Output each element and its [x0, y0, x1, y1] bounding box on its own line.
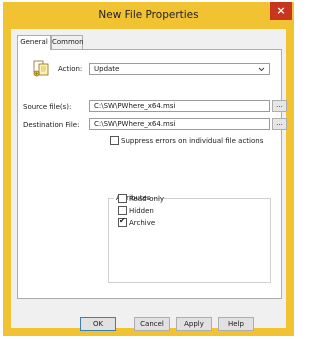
apply-button[interactable]: Apply — [176, 317, 212, 331]
action-select[interactable]: Update — [89, 63, 270, 75]
tab-general[interactable]: General — [17, 35, 51, 50]
read-only-box[interactable] — [118, 194, 127, 203]
close-button[interactable]: × — [270, 2, 292, 20]
title-bar[interactable]: New File Properties × — [3, 2, 294, 28]
ok-button[interactable]: OK — [80, 317, 116, 331]
destination-file-input[interactable]: C:\SW\PWhere_x64.msi — [89, 118, 270, 130]
suppress-errors-checkbox[interactable]: Suppress errors on individual file actio… — [110, 136, 263, 146]
source-files-input[interactable]: C:\SW\PWhere_x64.msi — [89, 100, 270, 112]
dialog-client: General Common Action: Update Source fil… — [11, 29, 287, 331]
help-button[interactable]: Help — [218, 317, 254, 331]
chevron-down-icon — [258, 64, 265, 77]
read-only-label: Read-only — [129, 194, 165, 203]
hidden-label: Hidden — [129, 206, 154, 215]
read-only-checkbox[interactable]: Read-only — [118, 194, 164, 204]
suppress-errors-label: Suppress errors on individual file actio… — [121, 136, 264, 145]
suppress-errors-box[interactable] — [110, 136, 119, 145]
archive-label: Archive — [129, 218, 156, 227]
file-copy-icon — [32, 58, 52, 78]
cancel-button[interactable]: Cancel — [134, 317, 170, 331]
archive-checkbox[interactable]: ✔ Archive — [118, 216, 156, 228]
action-select-value: Update — [94, 65, 120, 73]
source-browse-button[interactable]: ... — [272, 100, 287, 112]
destination-browse-button[interactable]: ... — [272, 118, 287, 130]
source-files-label: Source file(s): — [23, 103, 72, 111]
window-title: New File Properties — [98, 9, 199, 21]
dialog-window: New File Properties × General Common Act… — [3, 2, 294, 336]
hidden-checkbox[interactable]: Hidden — [118, 206, 154, 216]
action-label: Action: — [58, 65, 83, 73]
general-tab-pane: Action: Update Source file(s): C:\SW\PWh… — [17, 49, 287, 299]
hidden-box[interactable] — [118, 206, 127, 215]
tab-common[interactable]: Common — [51, 35, 84, 49]
archive-box[interactable]: ✔ — [118, 216, 127, 227]
check-icon: ✔ — [119, 216, 126, 225]
destination-file-label: Destination File: — [23, 121, 80, 129]
